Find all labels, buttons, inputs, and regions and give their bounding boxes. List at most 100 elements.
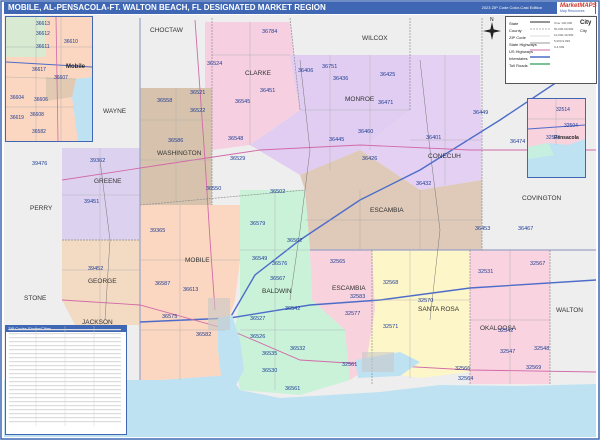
county-label-washington: WASHINGTON [157,150,202,157]
county-label-santa-rosa: SANTA ROSA [418,306,460,313]
legend-city-label: City [580,20,592,26]
zip-label: 36502 [270,189,285,195]
county-label-choctaw: CHOCTAW [150,27,184,34]
zip-label: 32566 [455,366,470,372]
inset-zip: 36612 [36,31,50,37]
zip-label: 36529 [230,156,245,162]
inset-zip: 36619 [10,115,24,121]
inset-zip: 32503 [546,135,560,141]
zip-label: 32583 [350,294,365,300]
zip-label: 36532 [290,346,305,352]
zip-label: 36784 [262,29,277,35]
edition-label: 2023 ZIP Code Color-Cast Edition [481,5,542,10]
zip-label: 32571 [383,324,398,330]
map-legend: State County ZIP Code State Highways US … [505,16,597,84]
zip-label: 39452 [88,266,103,272]
legend-scale: 0-4,999 [554,45,565,49]
zip-label: 39362 [90,158,105,164]
zip-label: 39365 [150,228,165,234]
county-label-greene: GREENE [94,178,122,185]
zip-label: 36545 [235,99,250,105]
city-area-mobile [208,298,230,330]
zip-label: 32547 [500,349,515,355]
legend-swatches [530,21,550,65]
zip-label: 36549 [252,256,267,262]
county-label-monroe: MONROE [345,96,375,103]
zip-label: 32569 [526,365,541,371]
county-label-escambia-al: ESCAMBIA [370,207,404,214]
zip-label: 32531 [478,269,493,275]
zip-label: 32565 [330,259,345,265]
zip-label: 32561 [342,362,357,368]
city-area-pensacola [362,352,394,372]
county-label-wilcox: WILCOX [362,35,388,42]
zip-table-rows [9,326,121,426]
inset-zip: 36606 [34,97,48,103]
inset-zip: 32514 [556,107,570,113]
zip-label: 36567 [270,276,285,282]
county-label-conecuh: CONECUH [428,153,461,160]
zip-label: 36436 [333,76,348,82]
title-bar: MOBILE, AL-PENSACOLA-FT. WALTON BEACH, F… [4,2,596,14]
zip-label: 36451 [260,88,275,94]
zip-label: 36558 [157,98,172,104]
zip-label: 36613 [183,287,198,293]
inset-zip: 36611 [36,44,50,50]
svg-text:N: N [490,17,494,23]
zip-label: 32570 [418,298,433,304]
county-label-perry: PERRY [30,205,53,212]
zip-label: 36550 [206,186,221,192]
market-maps-logo: MarketMAPS Map Resources [556,2,597,14]
inset-zip: 32504 [564,123,578,129]
zip-label: 36524 [207,61,222,67]
logo-tagline: Map Resources [560,9,585,13]
zip-label: 36449 [473,110,488,116]
zip-label: 39476 [32,161,47,167]
zip-label: 36575 [162,314,177,320]
inset-zip: 36604 [10,95,24,101]
legend-city-sub: City [580,28,587,33]
zip-label: 36576 [272,261,287,267]
zip-label: 36530 [262,368,277,374]
county-label-clarke: CLARKE [245,70,272,77]
zip-label: 32568 [383,280,398,286]
zip-label: 32548 [534,346,549,352]
inset-zip: 36617 [32,67,46,73]
county-label-baldwin: BALDWIN [262,288,292,295]
zip-label: 36460 [358,129,373,135]
zip-label: 36474 [510,139,525,145]
county-label-covington: COVINGTON [522,195,562,202]
zip-label: 36526 [250,334,265,340]
zip-label: 36751 [322,64,337,70]
inset-mobile: Mobile 36613 36612 36611 36610 36617 366… [5,16,93,142]
zip-label: 39451 [84,199,99,205]
zip-label: 36521 [190,90,205,96]
zip-label: 36561 [285,386,300,392]
county-label-george: GEORGE [88,278,117,285]
zip-label: 36586 [168,138,183,144]
zip-label: 36527 [250,316,265,322]
zip-label: 32577 [345,311,360,317]
county-label-escambia-fl: ESCAMBIA [332,285,366,292]
zip-label: 36406 [298,68,313,74]
zip-label: 36579 [250,221,265,227]
zip-label: 36587 [155,281,170,287]
zip-label: 36445 [329,137,344,143]
zip-label: 32542 [498,328,513,334]
zip-label: 36425 [380,72,395,78]
zip-label: 36542 [285,306,300,312]
zip-table: ZIP Codes Shown/Cities [5,325,127,435]
inset-zip: 36582 [32,129,46,135]
zip-label: 36522 [190,108,205,114]
inset-zip: 36608 [30,112,44,118]
county-label-stone: STONE [24,295,47,302]
zip-label: 36453 [475,226,490,232]
zip-label: 36426 [362,156,377,162]
zip-label: 36548 [228,136,243,142]
inset-pensacola: Pensacola 32514 32504 32503 [527,98,586,178]
map-frame: CHOCTAW WILCOX CLARKE MONROE WAYNE WASHI… [0,0,600,440]
zip-label: 36467 [518,226,533,232]
inset-zip: 36607 [54,75,68,81]
zip-label: 36582 [196,332,211,338]
zip-label: 36562 [287,238,302,244]
